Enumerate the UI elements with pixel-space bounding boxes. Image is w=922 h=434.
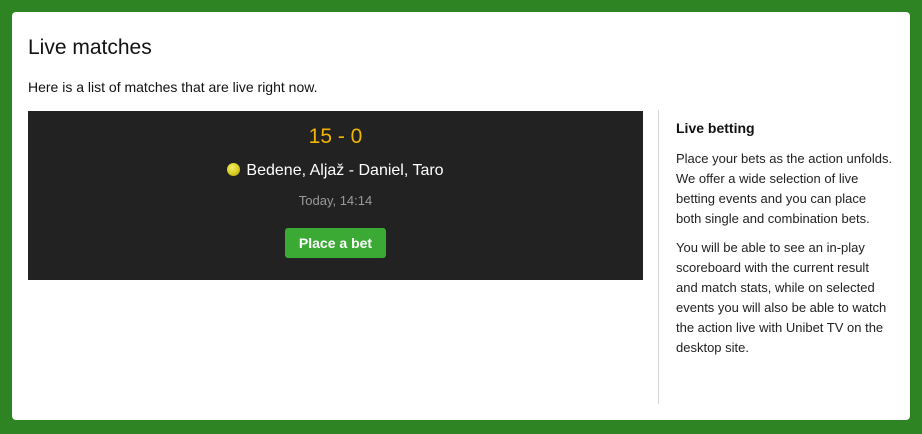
live-matches-panel: Live matches Here is a list of matches t… <box>12 12 910 420</box>
live-betting-sidebar: Live betting Place your bets as the acti… <box>658 110 893 404</box>
sidebar-paragraph: Place your bets as the action unfolds. W… <box>676 151 893 226</box>
live-match-card[interactable]: 15 - 0 Bedene, Aljaž - Daniel, Taro Toda… <box>28 111 643 280</box>
page-subtitle: Here is a list of matches that are live … <box>28 79 318 95</box>
place-bet-button[interactable]: Place a bet <box>285 228 386 258</box>
sidebar-title: Live betting <box>676 120 755 136</box>
match-teams-label: Bedene, Aljaž - Daniel, Taro <box>246 162 444 179</box>
match-score: 15 - 0 <box>308 125 363 148</box>
tennis-ball-icon <box>227 163 241 176</box>
match-time: Today, 14:14 <box>298 193 373 208</box>
page-title: Live matches <box>28 36 152 59</box>
sidebar-paragraph: You will be able to see an in-play score… <box>676 240 887 355</box>
match-teams: Bedene, Aljaž - Daniel, Taro <box>28 161 643 181</box>
